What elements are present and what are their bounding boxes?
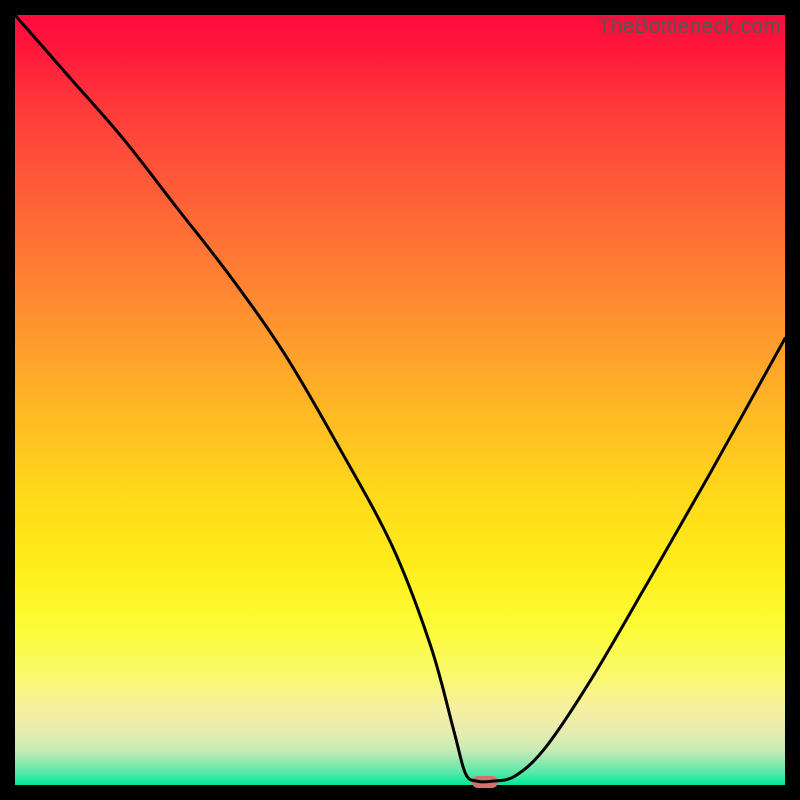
bottleneck-curve-path — [15, 15, 785, 782]
chart-container: TheBottleneck.com — [0, 0, 800, 800]
curve-overlay — [15, 15, 785, 785]
watermark-text: TheBottleneck.com — [598, 15, 781, 39]
plot-area: TheBottleneck.com — [15, 15, 785, 785]
